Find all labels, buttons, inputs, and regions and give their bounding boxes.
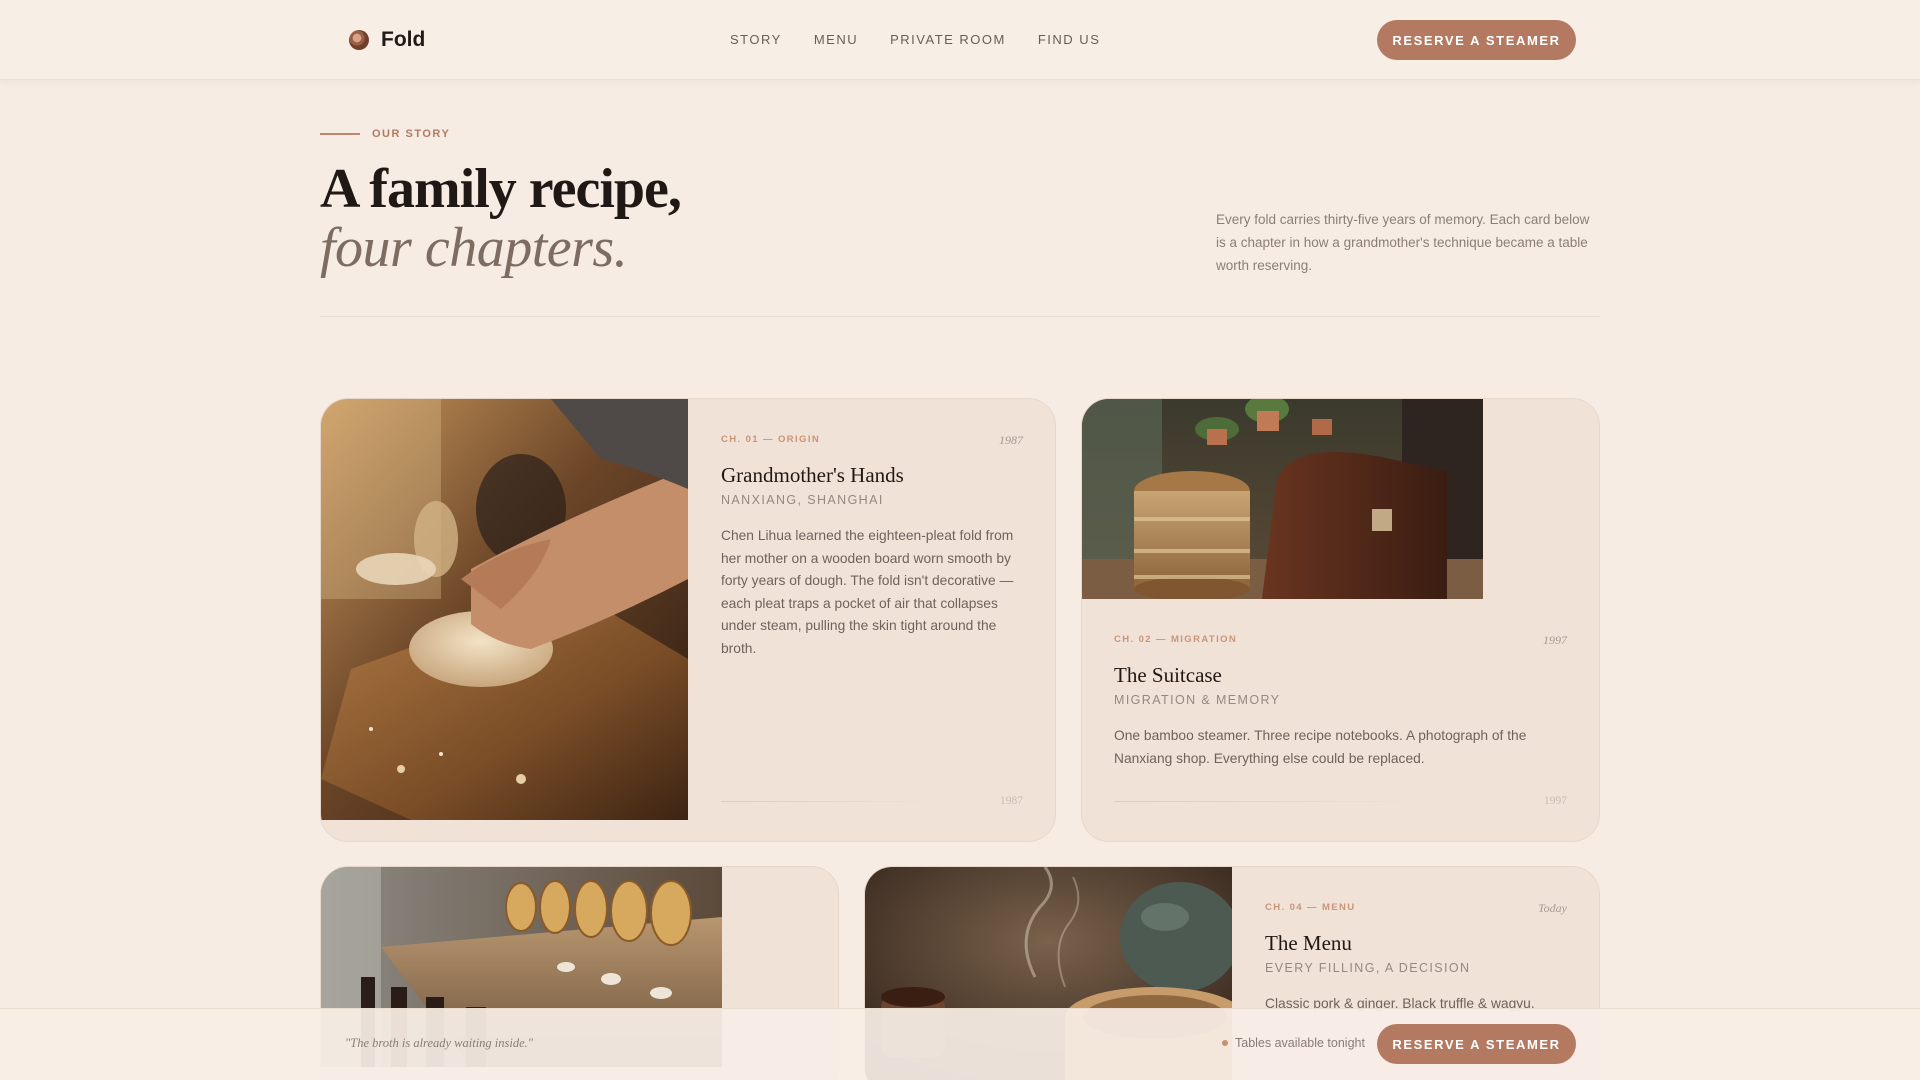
chapter-year: 1997 (1543, 633, 1567, 647)
chapter-body: Chen Lihua learned the eighteen-pleat fo… (721, 528, 1014, 656)
site-header: Fold STORY MENU PRIVATE ROOM FIND US RES… (0, 0, 1920, 80)
chapter-year: 1987 (999, 433, 1023, 447)
chapter-label: CH. 04 — MENU (1265, 902, 1356, 913)
card-footer-year: 1987 (1000, 795, 1023, 807)
nav-story[interactable]: STORY (730, 32, 782, 47)
chapter-title: The Suitcase (1114, 663, 1222, 687)
tagline-quote: "The broth is already waiting inside." (345, 1036, 534, 1050)
eyebrow-rule (320, 133, 360, 135)
hero-title-line1: A family recipe, (320, 158, 682, 220)
brand[interactable]: Fold (349, 28, 425, 52)
steamer-and-suitcase-photo (1082, 399, 1483, 599)
status-dot-icon (1222, 1040, 1228, 1046)
nav-menu[interactable]: MENU (814, 32, 858, 47)
chapter-body: One bamboo steamer. Three recipe noteboo… (1114, 728, 1527, 766)
chapter-title: Grandmother's Hands (721, 463, 904, 487)
chapter-subtitle: NANXIANG, SHANGHAI (721, 493, 884, 507)
hero-title-line2: four chapters. (320, 217, 628, 279)
chapter-year: Today (1538, 901, 1567, 915)
hero-divider (320, 316, 1600, 317)
chapter-subtitle: MIGRATION & MEMORY (1114, 693, 1281, 707)
chapter-label: CH. 01 — ORIGIN (721, 434, 821, 445)
reserve-button-header[interactable]: RESERVE A STEAMER (1377, 20, 1576, 60)
nav-find-us[interactable]: FIND US (1038, 32, 1101, 47)
chapter-card-migration[interactable]: CH. 02 — MIGRATION 1997 The Suitcase MIG… (1081, 398, 1600, 842)
main-nav: STORY MENU PRIVATE ROOM FIND US (730, 32, 1100, 47)
section-eyebrow: OUR STORY (320, 128, 450, 140)
nav-private-room[interactable]: PRIVATE ROOM (890, 32, 1006, 47)
card-footer-rule (1114, 801, 1434, 802)
card-footer-rule (721, 801, 941, 802)
card-footer-year: 1997 (1544, 795, 1567, 807)
reserve-button-sticky[interactable]: RESERVE A STEAMER (1377, 1024, 1576, 1064)
dumpling-logo-icon (349, 30, 369, 50)
brand-name: Fold (381, 28, 426, 51)
chapter-card-origin[interactable]: CH. 01 — ORIGIN 1987 Grandmother's Hands… (320, 398, 1056, 842)
chapter-title: The Menu (1265, 931, 1352, 955)
hands-kneading-dough-photo (321, 399, 688, 820)
chapter-subtitle: EVERY FILLING, A DECISION (1265, 961, 1471, 975)
availability-status: Tables available tonight (1222, 1036, 1365, 1050)
sticky-reserve-bar (0, 1008, 1920, 1080)
eyebrow-label: OUR STORY (372, 128, 451, 140)
availability-text: Tables available tonight (1235, 1036, 1365, 1050)
hero-intro: Every fold carries thirty-five years of … (1216, 212, 1590, 273)
chapter-label: CH. 02 — MIGRATION (1114, 634, 1238, 645)
